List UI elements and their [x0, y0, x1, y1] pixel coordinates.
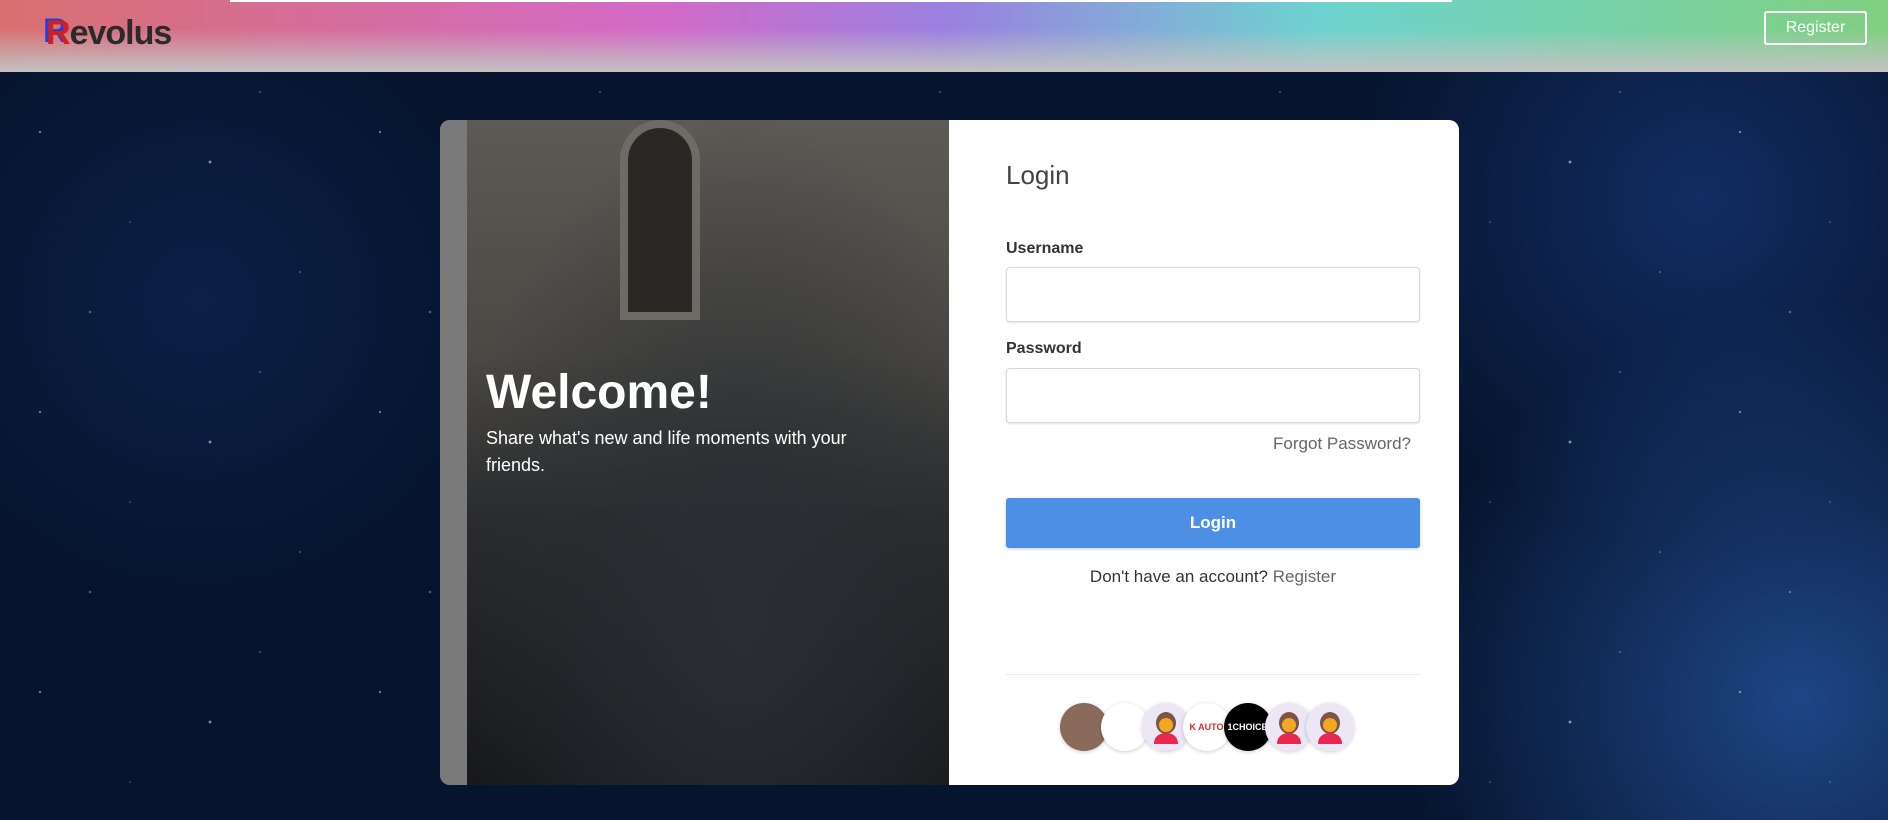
member-avatars: K AUTO 1CHOICE — [949, 703, 1459, 751]
divider — [1006, 674, 1420, 675]
hero-title: Welcome! — [486, 366, 712, 419]
avatar-logo-text: K AUTO — [1189, 722, 1224, 732]
username-label: Username — [1006, 240, 1084, 257]
brand-logo[interactable]: Revolus — [46, 14, 172, 53]
hero-panel: Welcome! Share what's new and life momen… — [440, 120, 949, 785]
hero-subtitle: Share what's new and life moments with y… — [486, 428, 847, 475]
header-register-button[interactable]: Register — [1764, 11, 1867, 45]
login-form: Login Username Password Forgot Password?… — [949, 120, 1459, 785]
password-label: Password — [1006, 340, 1082, 357]
hero-photo-window — [620, 120, 700, 320]
avatar-logo-text: 1CHOICE — [1227, 722, 1268, 732]
register-link[interactable]: Register — [1273, 567, 1336, 586]
password-input[interactable] — [1006, 368, 1420, 423]
forgot-password-link[interactable]: Forgot Password? — [1273, 434, 1411, 454]
no-account-label: Don't have an account? — [1089, 567, 1269, 586]
person-icon — [1317, 712, 1342, 744]
top-navbar: Revolus Register — [0, 0, 1888, 72]
username-input[interactable] — [1006, 267, 1420, 322]
avatar-default-avatar[interactable] — [1305, 703, 1354, 751]
login-card: Welcome! Share what's new and life momen… — [440, 120, 1459, 785]
person-icon — [1276, 712, 1301, 744]
login-title: Login — [1006, 160, 1070, 190]
loading-bar — [230, 0, 1452, 2]
hero-strip — [440, 120, 467, 785]
no-account-text: Don't have an account? Register — [1006, 567, 1420, 587]
login-button[interactable]: Login — [1006, 498, 1420, 548]
person-icon — [1153, 712, 1178, 744]
